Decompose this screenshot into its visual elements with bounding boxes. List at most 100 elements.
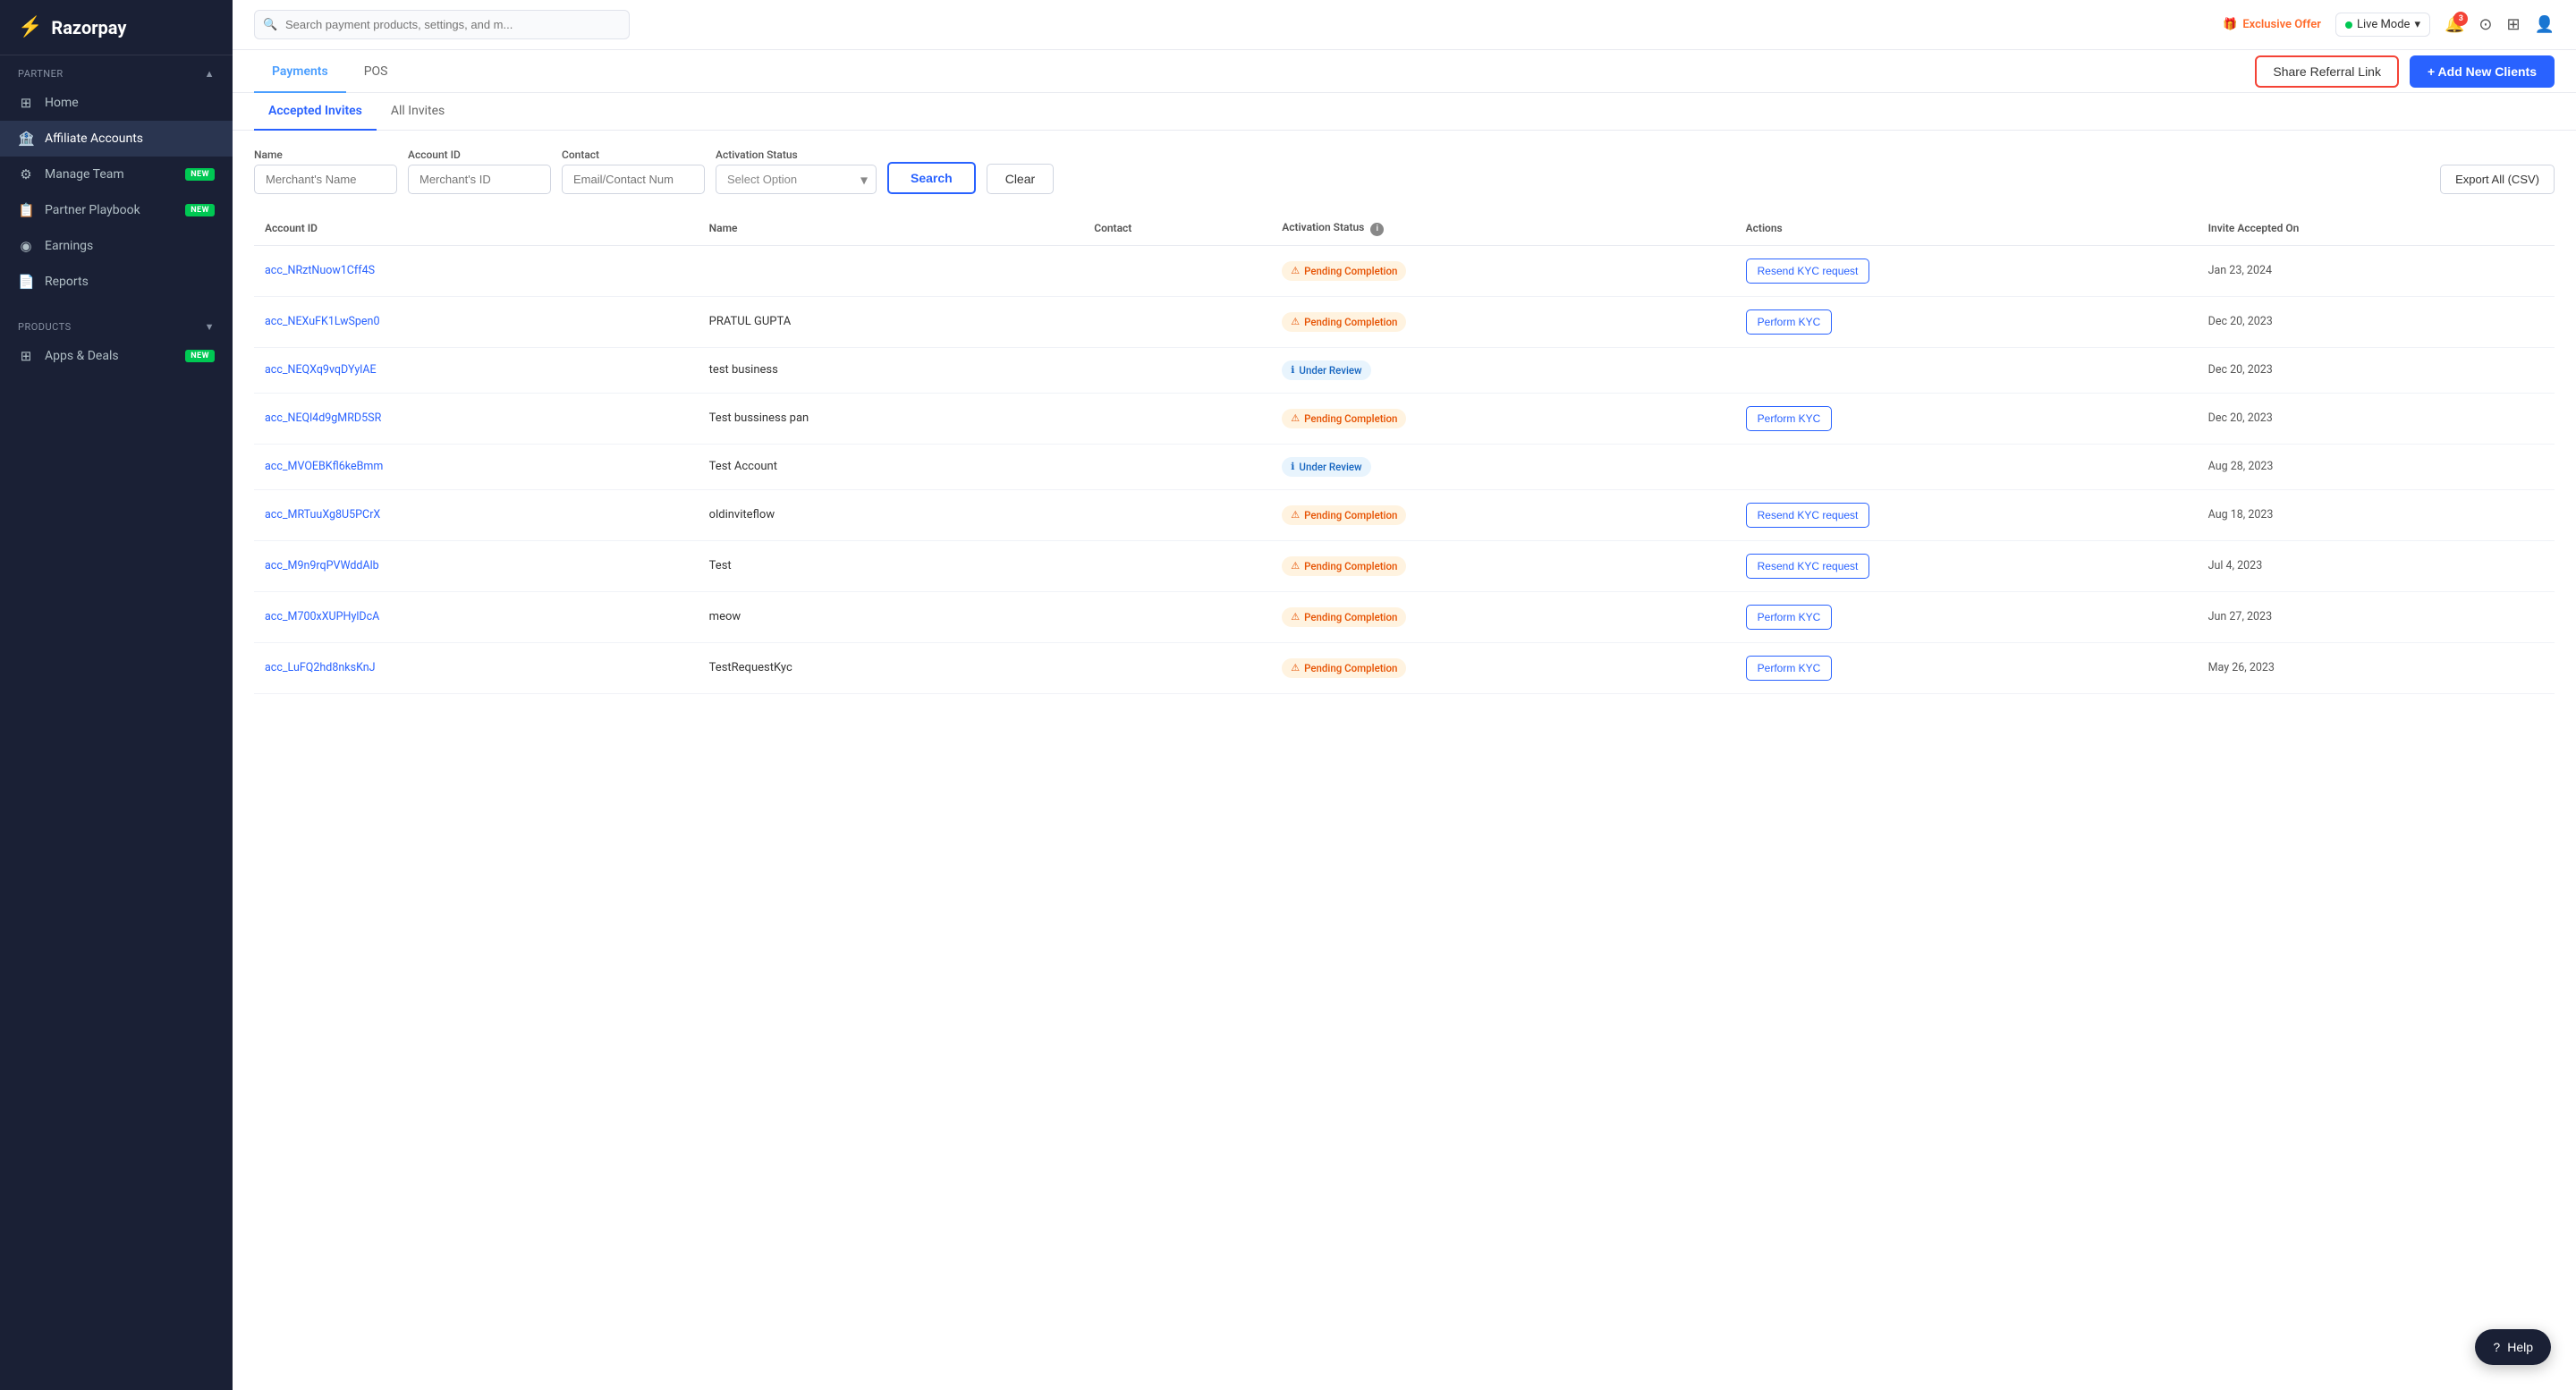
status-badge-4: ℹ Under Review [1282, 457, 1370, 477]
account-id-link-3[interactable]: acc_NEQl4d9gMRD5SR [265, 411, 381, 425]
status-badge-2: ℹ Under Review [1282, 360, 1370, 380]
sidebar-partner-section: Partner ▲ [0, 55, 233, 85]
sidebar-item-reports[interactable]: 📄 Reports [0, 264, 233, 300]
partner-playbook-icon: 📋 [18, 202, 34, 218]
cell-contact-1 [1083, 296, 1271, 347]
affiliate-icon: 🏦 [18, 131, 34, 147]
table-body: acc_NRztNuow1Cff4S ⚠ Pending Completion … [254, 245, 2555, 693]
search-input[interactable] [254, 10, 630, 39]
sidebar-item-home[interactable]: ⊞ Home [0, 85, 233, 121]
filter-account-id-input[interactable] [408, 165, 551, 194]
status-icon-1: ⚠ [1291, 316, 1300, 327]
cell-action-4 [1735, 444, 2198, 489]
cell-contact-3 [1083, 393, 1271, 444]
activity-icon[interactable]: ⊙ [2479, 15, 2492, 34]
status-badge-3: ⚠ Pending Completion [1282, 409, 1406, 428]
account-id-link-5[interactable]: acc_MRTuuXg8U5PCrX [265, 508, 380, 521]
live-mode-chevron-icon: ▾ [2414, 18, 2420, 31]
status-icon-8: ⚠ [1291, 662, 1300, 674]
profile-avatar[interactable]: 👤 [2535, 15, 2555, 34]
status-badge-5: ⚠ Pending Completion [1282, 505, 1406, 525]
filter-contact-input[interactable] [562, 165, 705, 194]
export-button[interactable]: Export All (CSV) [2440, 165, 2555, 194]
cell-account-id-6: acc_M9n9rqPVWddAlb [254, 540, 699, 591]
status-icon-5: ⚠ [1291, 509, 1300, 521]
sidebar-item-apps-deals[interactable]: ⊞ Apps & Deals NEW [0, 338, 233, 374]
table-row: acc_NEQl4d9gMRD5SR Test bussiness pan ⚠ … [254, 393, 2555, 444]
cell-name-6: Test [699, 540, 1084, 591]
subtab-accepted-invites[interactable]: Accepted Invites [254, 93, 377, 131]
subtab-all-invites[interactable]: All Invites [377, 93, 459, 131]
cell-status-6: ⚠ Pending Completion [1271, 540, 1734, 591]
account-id-link-7[interactable]: acc_M700xXUPHylDcA [265, 610, 379, 623]
account-id-link-2[interactable]: acc_NEQXq9vqDYylAE [265, 363, 377, 377]
action-button-6[interactable]: Resend KYC request [1746, 554, 1870, 579]
live-mode-selector[interactable]: Live Mode ▾ [2335, 13, 2430, 37]
action-button-0[interactable]: Resend KYC request [1746, 259, 1870, 284]
account-id-link-1[interactable]: acc_NEXuFK1LwSpen0 [265, 315, 380, 328]
filter-name-input[interactable] [254, 165, 397, 194]
apps-grid-icon[interactable]: ⊞ [2506, 15, 2520, 34]
cell-contact-8 [1083, 642, 1271, 693]
products-chevron-icon: ▼ [205, 321, 215, 333]
cell-account-id-7: acc_M700xXUPHylDcA [254, 591, 699, 642]
sidebar-item-earnings[interactable]: ◉ Earnings [0, 228, 233, 264]
activation-status-info-icon[interactable]: i [1370, 223, 1384, 236]
account-id-link-4[interactable]: acc_MVOEBKfl6keBmm [265, 460, 383, 473]
sidebar-item-affiliate-accounts[interactable]: 🏦 Affiliate Accounts [0, 121, 233, 157]
share-referral-button[interactable]: Share Referral Link [2255, 55, 2399, 88]
search-icon: 🔍 [263, 18, 277, 31]
partner-chevron-icon: ▲ [205, 68, 215, 80]
status-icon-0: ⚠ [1291, 265, 1300, 276]
table-row: acc_M700xXUPHylDcA meow ⚠ Pending Comple… [254, 591, 2555, 642]
search-button[interactable]: Search [887, 162, 976, 194]
table-row: acc_NRztNuow1Cff4S ⚠ Pending Completion … [254, 245, 2555, 296]
filter-status-select[interactable]: Select Option Pending Completion Under R… [716, 165, 877, 194]
status-icon-4: ℹ [1291, 461, 1294, 472]
cell-name-8: TestRequestKyc [699, 642, 1084, 693]
exclusive-offer-button[interactable]: 🎁 Exclusive Offer [2223, 18, 2321, 31]
account-id-link-6[interactable]: acc_M9n9rqPVWddAlb [265, 559, 379, 572]
home-icon: ⊞ [18, 95, 34, 111]
tab-actions: Share Referral Link + Add New Clients [2255, 55, 2555, 88]
sidebar-item-manage-team[interactable]: ⚙ Manage Team NEW [0, 157, 233, 192]
action-button-1[interactable]: Perform KYC [1746, 309, 1833, 335]
cell-action-8: Perform KYC [1735, 642, 2198, 693]
account-id-link-0[interactable]: acc_NRztNuow1Cff4S [265, 264, 375, 277]
main-content: 🔍 🎁 Exclusive Offer Live Mode ▾ 🔔 3 ⊙ ⊞ … [233, 0, 2576, 1390]
table-row: acc_NEXuFK1LwSpen0 PRATUL GUPTA ⚠ Pendin… [254, 296, 2555, 347]
tab-payments[interactable]: Payments [254, 50, 346, 93]
help-icon: ? [2493, 1340, 2500, 1354]
tab-pos[interactable]: POS [346, 50, 406, 93]
invite-date-5: Aug 18, 2023 [2208, 508, 2274, 521]
help-button[interactable]: ? Help [2475, 1329, 2551, 1365]
action-button-3[interactable]: Perform KYC [1746, 406, 1833, 431]
account-id-link-8[interactable]: acc_LuFQ2hd8nksKnJ [265, 661, 376, 674]
cell-status-1: ⚠ Pending Completion [1271, 296, 1734, 347]
search-bar[interactable]: 🔍 [254, 10, 630, 39]
sidebar-item-partner-playbook[interactable]: 📋 Partner Playbook NEW [0, 192, 233, 228]
cell-date-6: Jul 4, 2023 [2198, 540, 2555, 591]
action-button-5[interactable]: Resend KYC request [1746, 503, 1870, 528]
status-icon-7: ⚠ [1291, 611, 1300, 623]
invite-date-3: Dec 20, 2023 [2208, 411, 2273, 425]
notifications-button[interactable]: 🔔 3 [2445, 15, 2464, 34]
cell-account-id-1: acc_NEXuFK1LwSpen0 [254, 296, 699, 347]
cell-date-3: Dec 20, 2023 [2198, 393, 2555, 444]
table-row: acc_MRTuuXg8U5PCrX oldinviteflow ⚠ Pendi… [254, 489, 2555, 540]
cell-date-5: Aug 18, 2023 [2198, 489, 2555, 540]
action-button-8[interactable]: Perform KYC [1746, 656, 1833, 681]
cell-status-2: ℹ Under Review [1271, 347, 1734, 393]
add-new-clients-button[interactable]: + Add New Clients [2410, 55, 2555, 88]
top-header: 🔍 🎁 Exclusive Offer Live Mode ▾ 🔔 3 ⊙ ⊞ … [233, 0, 2576, 50]
table-row: acc_MVOEBKfl6keBmm Test Account ℹ Under … [254, 444, 2555, 489]
clear-button[interactable]: Clear [987, 164, 1054, 194]
col-invite-accepted-on: Invite Accepted On [2198, 212, 2555, 245]
sidebar-products-section: Products ▼ [0, 309, 233, 338]
action-button-7[interactable]: Perform KYC [1746, 605, 1833, 630]
cell-contact-6 [1083, 540, 1271, 591]
filter-account-id-group: Account ID [408, 148, 551, 194]
cell-date-4: Aug 28, 2023 [2198, 444, 2555, 489]
filter-status-group: Activation Status Select Option Pending … [716, 148, 877, 194]
cell-account-id-3: acc_NEQl4d9gMRD5SR [254, 393, 699, 444]
